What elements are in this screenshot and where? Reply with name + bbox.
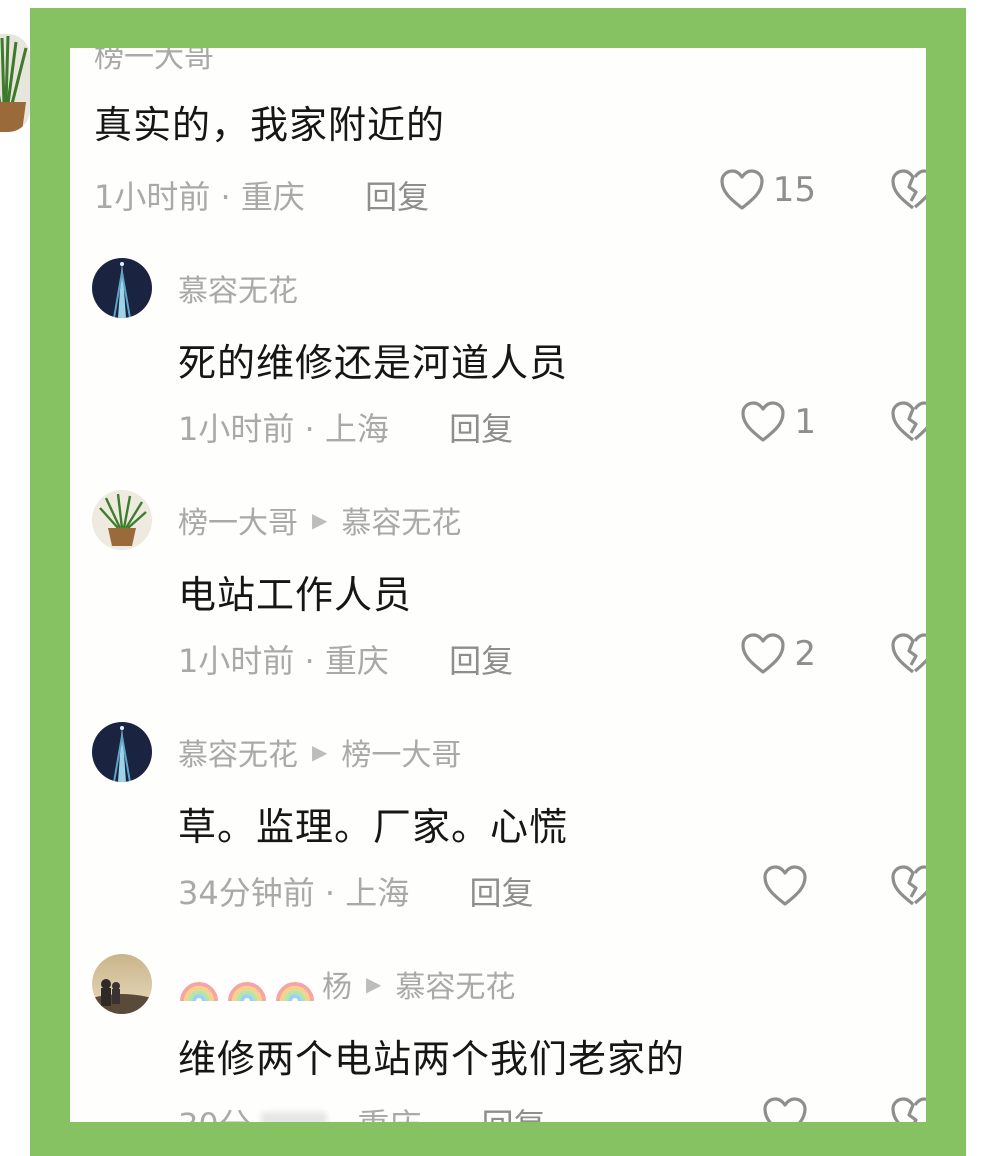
- like-button[interactable]: 2: [740, 632, 816, 676]
- comment-time: 1小时前: [94, 178, 211, 216]
- comment-time: 1小时前: [178, 410, 295, 448]
- author-name[interactable]: 榜一大哥: [178, 498, 298, 542]
- dislike-button[interactable]: [890, 1096, 926, 1122]
- reply-button[interactable]: 回复: [449, 410, 513, 448]
- comment-meta: 1小时前 · 重庆 回复: [94, 172, 429, 218]
- broken-heart-icon: [890, 864, 926, 908]
- comment-author: 杨 ▶ 慕容无花: [178, 962, 515, 1006]
- meta-separator: ·: [220, 178, 241, 216]
- meta-separator: ·: [304, 410, 325, 448]
- triangle-right-icon: ▶: [312, 508, 328, 532]
- comment-text: 真实的，我家附近的: [94, 103, 446, 147]
- triangle-right-icon: ▶: [312, 740, 328, 764]
- comment-text: 维修两个电站两个我们老家的: [178, 1037, 686, 1081]
- heart-outline-icon: [762, 864, 808, 908]
- dislike-button[interactable]: [890, 400, 926, 444]
- reply-to-name[interactable]: 榜一大哥: [341, 730, 461, 774]
- comment-time: 1小时前: [178, 642, 295, 680]
- comment-list[interactable]: 榜一大哥 真实的，我家附近的 1小时前 · 重庆 回复 15 慕容无花 死的维修…: [70, 48, 926, 1122]
- broken-heart-icon: [890, 1096, 926, 1122]
- heart-outline-icon: [762, 1096, 808, 1122]
- comment-location: 上海: [324, 410, 389, 448]
- like-count: 2: [794, 634, 816, 674]
- reply-button[interactable]: 回复: [469, 874, 533, 912]
- reply-to-name[interactable]: 慕容无花: [341, 498, 461, 542]
- avatar[interactable]: [92, 722, 152, 782]
- comment-text: 草。监理。厂家。心慌: [178, 805, 569, 849]
- author-name: 杨: [322, 970, 352, 1005]
- like-count: 1: [794, 402, 816, 442]
- reply-button[interactable]: 回复: [482, 1106, 546, 1122]
- comment-location: 重庆: [324, 642, 389, 680]
- meta-separator: ·: [324, 874, 346, 912]
- comment-author[interactable]: 榜一大哥: [94, 48, 214, 76]
- broken-heart-icon: [890, 400, 926, 444]
- author-name[interactable]: 慕容无花: [178, 266, 298, 310]
- like-button[interactable]: 1: [740, 400, 816, 444]
- triangle-right-icon: ▶: [366, 972, 382, 996]
- comment-time: 34分钟前: [178, 874, 315, 912]
- heart-outline-icon: [719, 168, 765, 212]
- comment-author: 榜一大哥 ▶ 慕容无花: [178, 498, 461, 542]
- rainbow-emoji-icon: [274, 963, 316, 1005]
- rainbow-emoji-icon: [178, 963, 220, 1005]
- comment-location: 重庆: [357, 1106, 421, 1122]
- meta-separator: ·: [304, 642, 325, 680]
- avatar-partial[interactable]: [0, 34, 30, 132]
- blurred-text: [260, 1112, 327, 1122]
- comment-author: 慕容无花 ▶ 榜一大哥: [178, 730, 461, 774]
- comment-time: 30分: [178, 1106, 251, 1122]
- dislike-button[interactable]: [890, 168, 926, 212]
- avatar[interactable]: [92, 954, 152, 1014]
- avatar[interactable]: [92, 258, 152, 318]
- author-name-wrap[interactable]: 杨: [178, 962, 352, 1006]
- comment-meta: 1小时前 · 上海 回复: [178, 404, 513, 450]
- comment-text: 死的维修还是河道人员: [178, 341, 569, 385]
- comment-author: 慕容无花: [178, 266, 298, 310]
- reply-to-name[interactable]: 慕容无花: [395, 962, 515, 1006]
- author-name[interactable]: 慕容无花: [178, 730, 298, 774]
- broken-heart-icon: [890, 168, 926, 212]
- reply-button[interactable]: 回复: [449, 642, 513, 680]
- comment-text: 电站工作人员: [178, 573, 413, 617]
- comment-meta: 30分 · 重庆 回复: [178, 1100, 546, 1122]
- rainbow-emoji-icon: [226, 963, 268, 1005]
- like-button[interactable]: [762, 1096, 816, 1122]
- avatar[interactable]: [92, 490, 152, 550]
- broken-heart-icon: [890, 632, 926, 676]
- comment-location: 上海: [345, 874, 410, 912]
- comment-meta: 34分钟前 · 上海 回复: [178, 868, 533, 914]
- comment-location: 重庆: [240, 178, 305, 216]
- comment-meta: 1小时前 · 重庆 回复: [178, 636, 513, 682]
- like-button[interactable]: 15: [719, 168, 816, 212]
- meta-separator: ·: [337, 1106, 357, 1122]
- like-count: 15: [772, 170, 816, 210]
- heart-outline-icon: [740, 632, 786, 676]
- dislike-button[interactable]: [890, 632, 926, 676]
- like-button[interactable]: [762, 864, 816, 908]
- reply-button[interactable]: 回复: [365, 178, 429, 216]
- dislike-button[interactable]: [890, 864, 926, 908]
- heart-outline-icon: [740, 400, 786, 444]
